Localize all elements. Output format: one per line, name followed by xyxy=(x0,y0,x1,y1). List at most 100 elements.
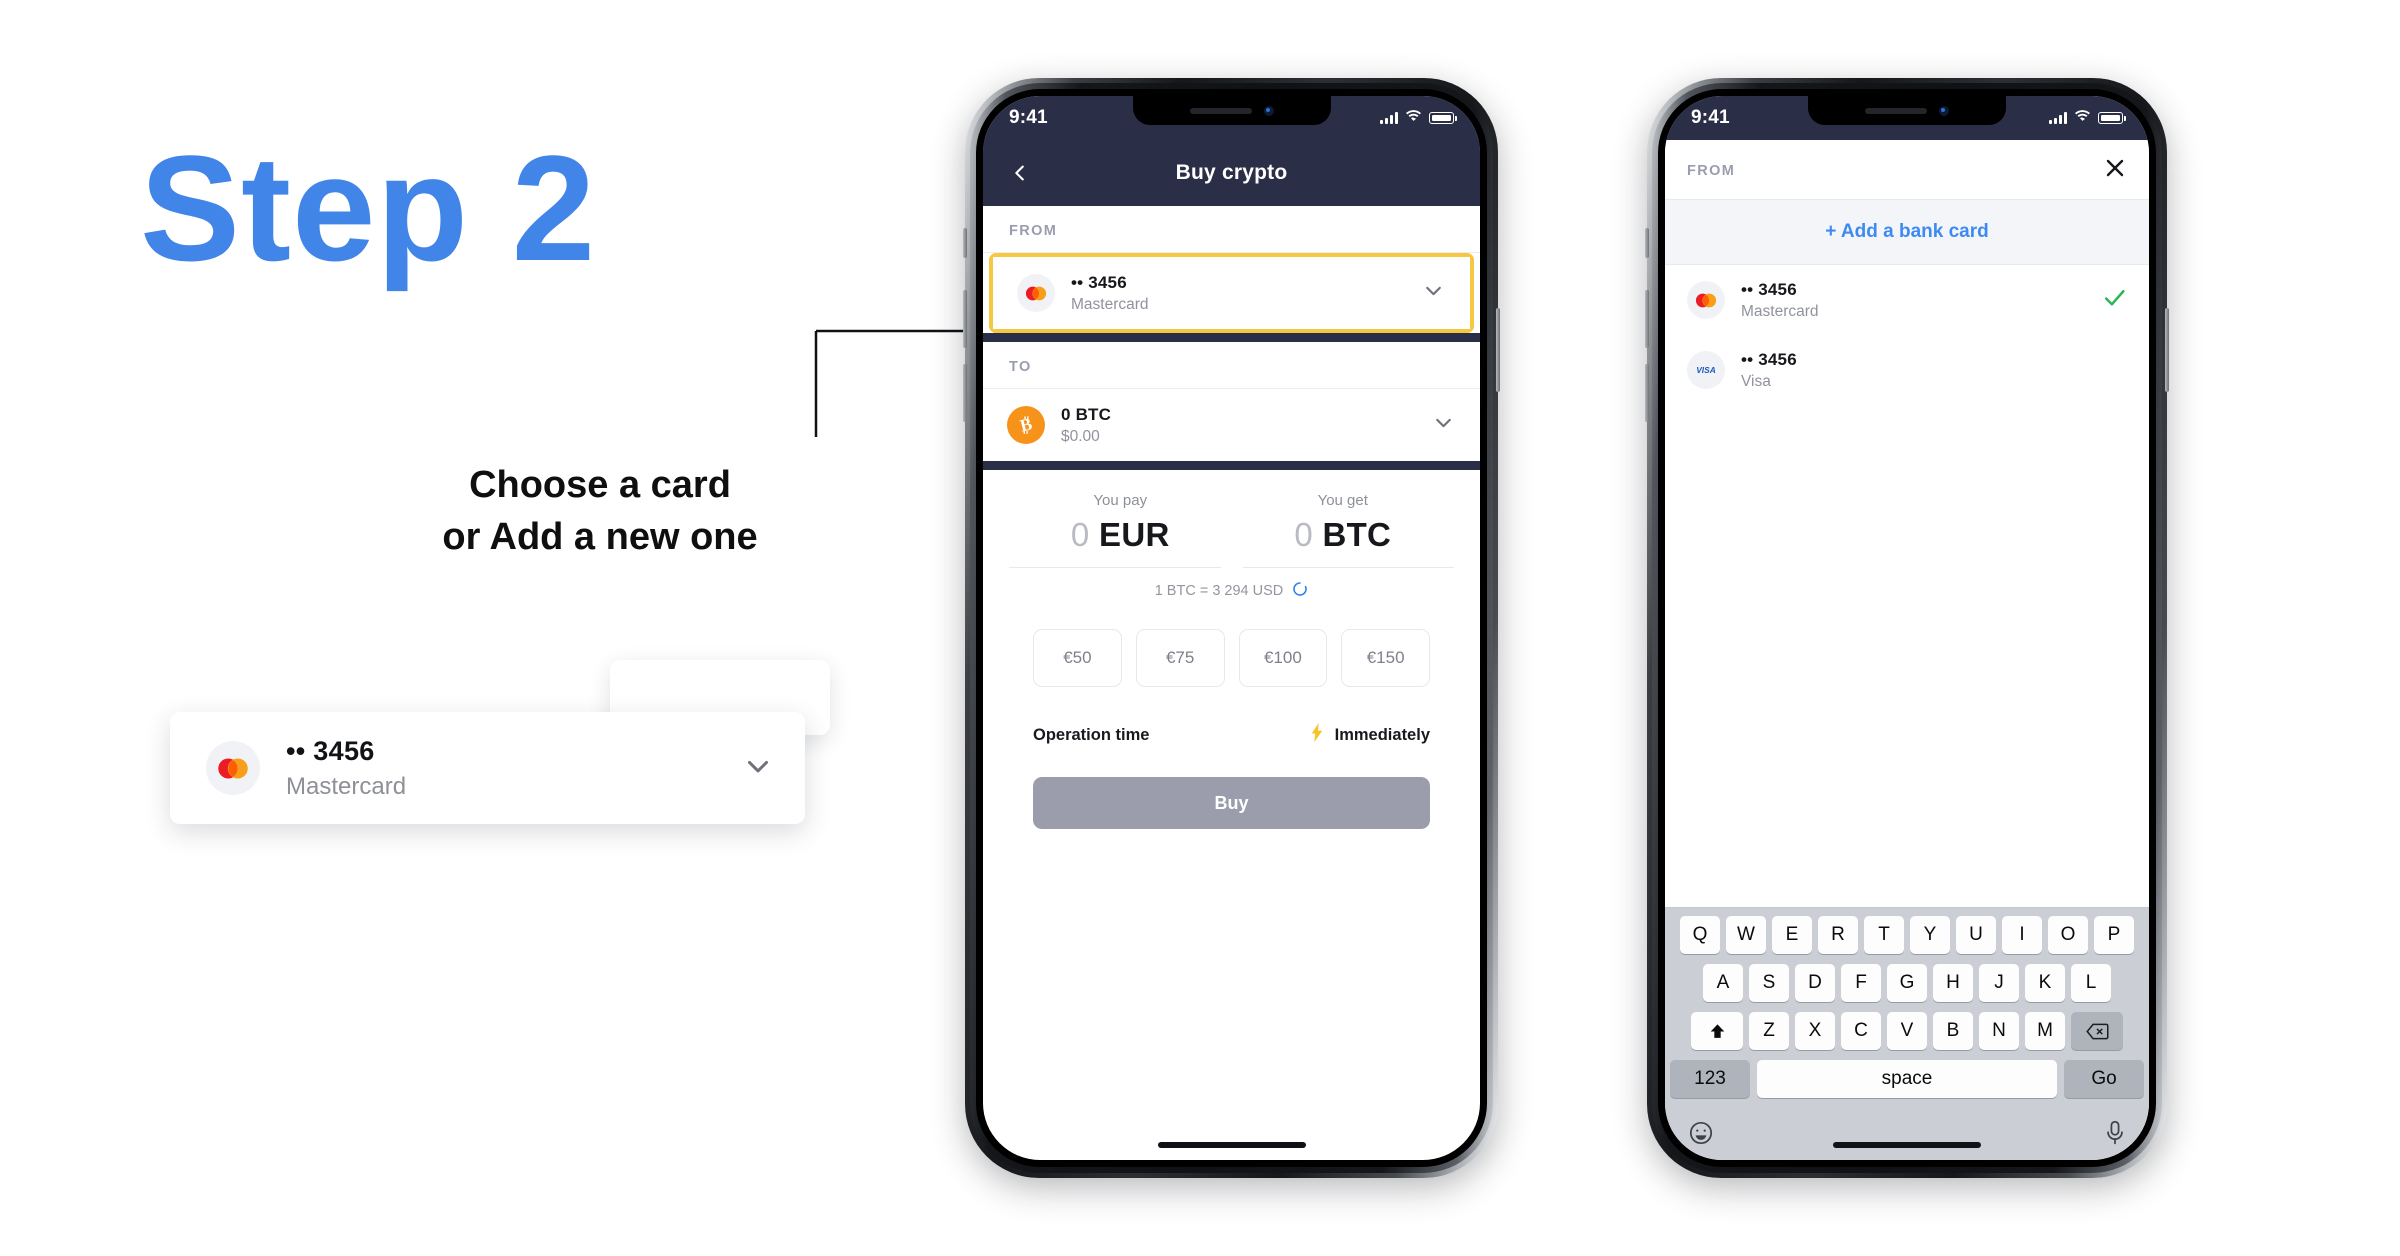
key-w[interactable]: W xyxy=(1726,916,1766,954)
buy-button[interactable]: Buy xyxy=(1033,777,1430,829)
backspace-delete-icon[interactable] xyxy=(2071,1012,2123,1050)
mute-switch[interactable] xyxy=(1645,228,1649,258)
mastercard-logo-icon xyxy=(206,741,260,795)
key-q[interactable]: Q xyxy=(1680,916,1720,954)
zoomed-card-callout: •• 3456 Mastercard xyxy=(170,660,830,840)
key-i[interactable]: I xyxy=(2002,916,2042,954)
microphone-icon[interactable] xyxy=(2104,1120,2126,1151)
you-pay-column[interactable]: You pay 0 EUR xyxy=(1009,492,1232,554)
key-h[interactable]: H xyxy=(1933,964,1973,1002)
status-time: 9:41 xyxy=(1691,107,1730,128)
status-icons xyxy=(2049,109,2126,127)
zoomed-card-row[interactable]: •• 3456 Mastercard xyxy=(170,712,805,824)
key-x[interactable]: X xyxy=(1795,1012,1835,1050)
list-item[interactable]: •• 3456 Mastercard xyxy=(1665,265,2149,335)
operation-time-value-group: Immediately xyxy=(1310,723,1430,747)
front-camera-icon xyxy=(1939,105,1949,116)
space-key[interactable]: space xyxy=(1757,1060,2057,1098)
key-n[interactable]: N xyxy=(1979,1012,2019,1050)
go-key[interactable]: Go xyxy=(2064,1060,2144,1098)
quick-amount-chip[interactable]: €100 xyxy=(1238,629,1328,687)
from-card-text: •• 3456 Mastercard xyxy=(1071,273,1421,314)
key-a[interactable]: A xyxy=(1703,964,1743,1002)
key-t[interactable]: T xyxy=(1864,916,1904,954)
key-p[interactable]: P xyxy=(2094,916,2134,954)
screen-title: Buy crypto xyxy=(1175,161,1288,184)
list-item[interactable]: VISA •• 3456 Visa xyxy=(1665,335,2149,405)
key-o[interactable]: O xyxy=(2048,916,2088,954)
to-asset-row[interactable]: B 0 BTC $0.00 xyxy=(983,389,1480,461)
card-number: •• 3456 xyxy=(1741,349,1797,369)
keyboard-row-2: A S D F G H J K L xyxy=(1670,964,2144,1002)
operation-time-row: Operation time Immediately xyxy=(1009,687,1454,747)
you-get-value: 0 BTC xyxy=(1232,516,1455,554)
key-l[interactable]: L xyxy=(2071,964,2111,1002)
close-x-icon[interactable] xyxy=(2103,156,2127,185)
card-number: •• 3456 xyxy=(286,735,375,766)
sheet-header: FROM xyxy=(1665,140,2149,199)
key-d[interactable]: D xyxy=(1795,964,1835,1002)
key-r[interactable]: R xyxy=(1818,916,1858,954)
power-button[interactable] xyxy=(1496,308,1500,392)
volume-up-button[interactable] xyxy=(1645,290,1649,348)
keyboard-bottom-bar xyxy=(1670,1104,2144,1156)
key-b[interactable]: B xyxy=(1933,1012,1973,1050)
you-get-column[interactable]: You get 0 BTC xyxy=(1232,492,1455,554)
earpiece-speaker-icon xyxy=(1189,107,1252,114)
asset-fiat-value: $0.00 xyxy=(1061,427,1100,445)
numeric-mode-key[interactable]: 123 xyxy=(1670,1060,1750,1098)
key-j[interactable]: J xyxy=(1979,964,2019,1002)
sheet-label: FROM xyxy=(1687,162,1736,179)
key-u[interactable]: U xyxy=(1956,916,1996,954)
emoji-smiley-icon[interactable] xyxy=(1688,1120,1714,1151)
wifi-icon xyxy=(2074,109,2091,127)
mastercard-logo-icon xyxy=(1017,274,1055,312)
key-s[interactable]: S xyxy=(1749,964,1789,1002)
navigation-bar: Buy crypto xyxy=(983,140,1480,206)
get-currency: BTC xyxy=(1322,516,1392,553)
keyboard-row-3: Z X C V B N M xyxy=(1670,1012,2144,1050)
volume-up-button[interactable] xyxy=(963,290,967,348)
quick-amount-chip[interactable]: €50 xyxy=(1033,629,1122,687)
phone1-screen: 9:41 Buy crypto FROM •• 3456 Mastercard … xyxy=(983,96,1480,1160)
asset-amount: 0 BTC xyxy=(1061,404,1112,424)
key-z[interactable]: Z xyxy=(1749,1012,1789,1050)
cellular-bars-icon xyxy=(2049,112,2067,124)
mute-switch[interactable] xyxy=(963,228,967,258)
volume-down-button[interactable] xyxy=(963,364,967,422)
front-camera-icon xyxy=(1263,105,1274,116)
key-m[interactable]: M xyxy=(2025,1012,2065,1050)
key-f[interactable]: F xyxy=(1841,964,1881,1002)
get-amount: 0 xyxy=(1294,516,1313,553)
quote-columns: You pay 0 EUR You get 0 BTC xyxy=(1009,492,1454,554)
add-bank-card-button[interactable]: + Add a bank card xyxy=(1665,199,2149,265)
svg-text:VISA: VISA xyxy=(1696,365,1716,375)
operation-time-value: Immediately xyxy=(1334,725,1430,744)
status-bar: 9:41 xyxy=(983,96,1480,140)
key-g[interactable]: G xyxy=(1887,964,1927,1002)
exchange-rate-text: 1 BTC = 3 294 USD xyxy=(1154,583,1284,599)
home-indicator-icon[interactable] xyxy=(1157,1142,1306,1148)
from-card-row[interactable]: •• 3456 Mastercard xyxy=(993,257,1470,329)
you-get-label: You get xyxy=(1317,492,1368,509)
shift-arrow-icon[interactable] xyxy=(1691,1012,1743,1050)
chevron-down-icon[interactable] xyxy=(1431,410,1456,440)
key-y[interactable]: Y xyxy=(1910,916,1950,954)
list-item-text: •• 3456 Visa xyxy=(1741,350,2102,391)
key-e[interactable]: E xyxy=(1772,916,1812,954)
volume-down-button[interactable] xyxy=(1645,364,1649,422)
power-button[interactable] xyxy=(2165,308,2169,392)
key-v[interactable]: V xyxy=(1887,1012,1927,1050)
key-k[interactable]: K xyxy=(2025,964,2065,1002)
phone-mockup-buy-crypto: 9:41 Buy crypto FROM •• 3456 Mastercard … xyxy=(963,78,1500,1178)
quick-amount-chip[interactable]: €150 xyxy=(1341,629,1430,687)
key-c[interactable]: C xyxy=(1841,1012,1881,1050)
you-pay-label: You pay xyxy=(1093,492,1148,509)
card-brand: Mastercard xyxy=(1071,295,1149,313)
card-list: •• 3456 Mastercard VISA •• 3456 Visa xyxy=(1665,265,2149,405)
quick-amount-chip[interactable]: €75 xyxy=(1135,629,1225,687)
notch xyxy=(1132,96,1331,125)
chevron-down-icon[interactable] xyxy=(741,749,775,788)
chevron-down-icon[interactable] xyxy=(1421,278,1446,308)
home-indicator-icon[interactable] xyxy=(1833,1142,1981,1148)
